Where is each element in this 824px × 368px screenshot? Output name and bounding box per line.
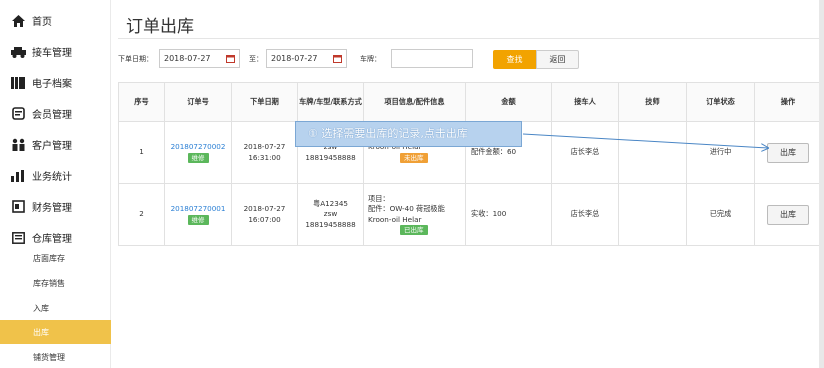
info-cell: 项目： 配件：OW-40 荷冠极能 Kroon-oil Helar 已出库 [363,183,466,246]
col-header: 接车人 [551,82,619,122]
instruction-callout: ① 选择需要出库的记录,点击出库 [295,121,522,147]
row-index: 2 [118,183,165,246]
col-header: 金额 [465,82,552,122]
member-icon [10,107,26,121]
info-label: 项目： [368,193,390,203]
scrollbar-track[interactable] [819,0,824,368]
calendar-icon[interactable] [226,54,235,63]
status-cell: 进行中 [686,121,755,184]
bar-chart-icon [10,169,26,183]
date-to-label: 至： [249,55,263,63]
sidebar-item-member[interactable]: 会员管理 [0,98,111,129]
amount-cell: 实收：100 [465,183,552,246]
sidebar-item-label: 客户管理 [32,141,72,152]
car-model: zsw [323,209,338,219]
sidebar-subitem-inbound[interactable]: 入库 [0,296,111,320]
receiver-cell: 店长李总 [551,183,619,246]
order-date: 2018-07-27 [243,204,286,214]
sidebar-subitem-stock-sales[interactable]: 库存销售 [0,271,111,295]
sidebar-item-label: 业务统计 [32,172,72,183]
car-icon [10,45,26,59]
warehouse-icon [10,231,26,245]
col-header: 订单状态 [686,82,755,122]
sidebar-item-label: 仓库管理 [32,234,72,245]
stock-status-tag: 未出库 [400,152,428,163]
plate-input[interactable] [391,49,473,68]
order-no-link[interactable]: 201807270002 [165,142,231,152]
type-tag: 维修 [187,152,209,163]
col-header: 车牌/车型/联系方式 [297,82,364,122]
status-cell: 已完成 [686,183,755,246]
date-from-field[interactable]: 2018-07-27 [159,49,240,68]
sidebar-subitem-outbound[interactable]: 出库 [0,320,111,344]
stock-status-tag: 已出库 [400,224,428,235]
main-content: 订单出库 下单日期： 2018-07-27 至： 2018-07-27 车牌： … [112,0,824,368]
page-title: 订单出库 [126,17,194,37]
sidebar-subitem-store-stock[interactable]: 店面库存 [0,246,111,270]
sidebar-item-label: 会员管理 [32,110,72,121]
outbound-button[interactable]: 出库 [767,142,809,163]
date-from-value: 2018-07-27 [164,54,211,63]
order-no-cell: 201807270002 维修 [164,121,232,184]
sidebar-item-customers[interactable]: 客户管理 [0,129,111,160]
date-cell: 2018-07-27 16:31:00 [231,121,298,184]
action-cell: 出库 [754,183,822,246]
col-header: 订单号 [164,82,232,122]
vehicle-cell: 粤A12345 zsw 18819458888 [297,183,364,246]
sidebar-subitem-distribution[interactable]: 铺货管理 [0,345,111,368]
action-cell: 出库 [754,121,822,184]
sidebar-item-label: 电子档案 [32,79,72,90]
col-header: 技师 [618,82,687,122]
order-date: 2018-07-27 [243,142,286,152]
type-tag: 维修 [187,214,209,225]
customers-icon [10,138,26,152]
technician-cell [618,121,687,184]
col-header: 序号 [118,82,165,122]
title-divider [118,38,822,39]
phone: 18819458888 [305,152,356,162]
orders-table: 序号 订单号 下单日期 车牌/车型/联系方式 项目信息/配件信息 金额 接车人 … [118,82,822,246]
plate-label: 车牌： [360,55,381,63]
sidebar-item-car[interactable]: 接车管理 [0,36,111,67]
sidebar-item-label: 首页 [32,17,52,28]
back-button[interactable]: 返回 [536,50,579,69]
sidebar-item-home[interactable]: 首页 [0,5,111,36]
order-no-cell: 201807270001 维修 [164,183,232,246]
sidebar: 首页 接车管理 电子档案 会员管理 客户管理 业务统计 财务管理 仓库管理 店面… [0,0,111,368]
table-header-row: 序号 订单号 下单日期 车牌/车型/联系方式 项目信息/配件信息 金额 接车人 … [118,82,822,122]
date-cell: 2018-07-27 16:07:00 [231,183,298,246]
sidebar-item-finance[interactable]: 财务管理 [0,191,111,222]
plate: 粤A12345 [313,198,348,208]
outbound-button[interactable]: 出库 [767,204,809,225]
date-to-value: 2018-07-27 [271,54,318,63]
row-index: 1 [118,121,165,184]
order-time: 16:07:00 [248,214,281,224]
date-to-field[interactable]: 2018-07-27 [266,49,347,68]
receiver-cell: 店长李总 [551,121,619,184]
sidebar-item-archive[interactable]: 电子档案 [0,67,111,98]
sidebar-item-label: 财务管理 [32,203,72,214]
phone: 18819458888 [305,219,356,229]
sidebar-item-statistics[interactable]: 业务统计 [0,160,111,191]
technician-cell [618,183,687,246]
table-row[interactable]: 2 201807270001 维修 2018-07-27 16:07:00 粤A… [118,183,822,246]
filter-bar: 下单日期： 2018-07-27 至： 2018-07-27 车牌： 查找 返回 [118,49,818,70]
part-info: 配件：OW-40 荷冠极能 [368,204,445,214]
col-header: 项目信息/配件信息 [363,82,466,122]
brand: Kroon-oil Helar [368,214,422,224]
archive-icon [10,76,26,90]
order-date-label: 下单日期： [118,55,153,63]
finance-icon [10,200,26,214]
col-header: 操作 [754,82,822,122]
order-no-link[interactable]: 201807270001 [165,204,231,214]
search-button[interactable]: 查找 [493,50,536,69]
calendar-icon[interactable] [333,54,342,63]
home-icon [10,14,26,28]
sidebar-item-label: 接车管理 [32,48,72,59]
col-header: 下单日期 [231,82,298,122]
order-time: 16:31:00 [248,152,281,162]
